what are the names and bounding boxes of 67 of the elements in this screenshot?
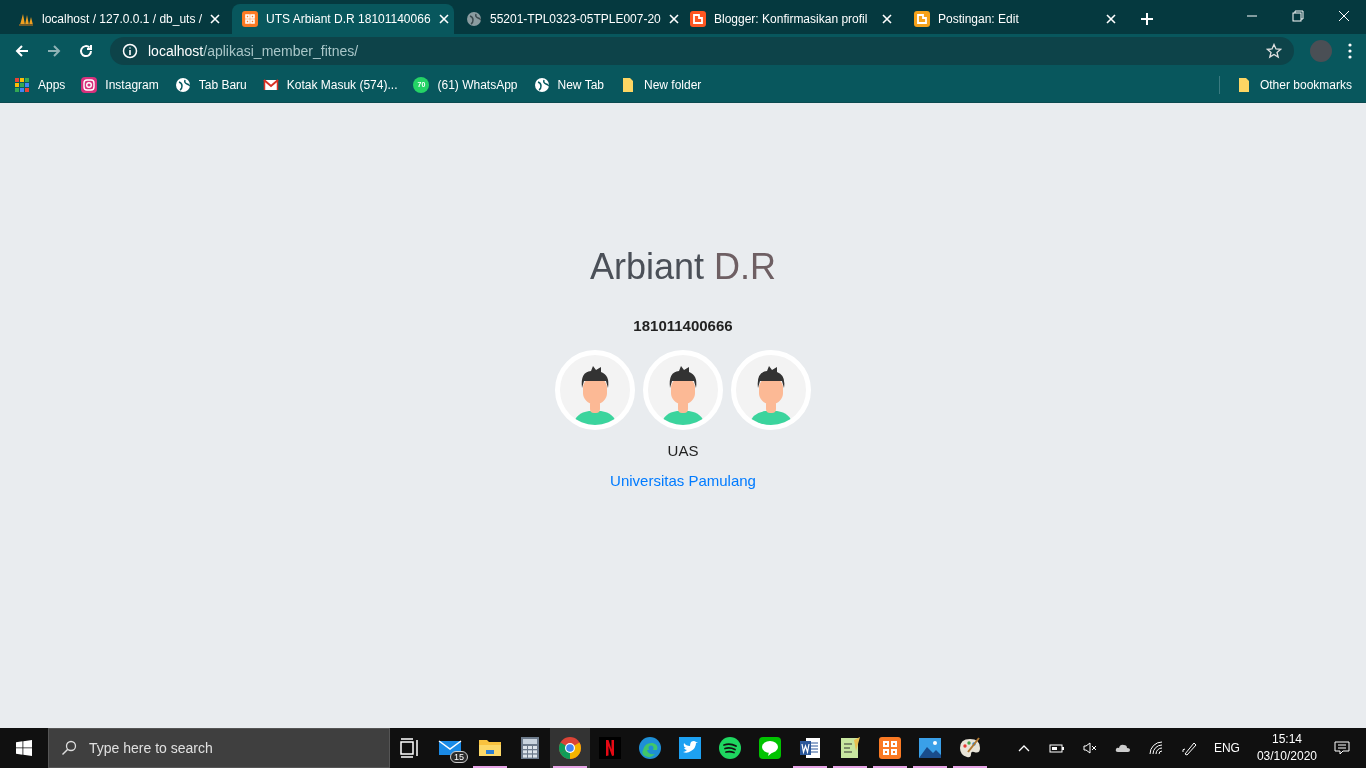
word-icon (798, 736, 822, 760)
bird-icon (678, 736, 702, 760)
avatar-icon (643, 350, 723, 430)
info-icon (122, 42, 138, 59)
edge-icon (638, 736, 662, 760)
xampp-icon (878, 736, 902, 760)
taskbar-search-field[interactable]: Type here to search (48, 728, 390, 768)
notepad-icon (838, 736, 862, 760)
language-indicator[interactable]: ENG (1213, 741, 1240, 755)
bookmark-item[interactable]: Instagram (81, 76, 159, 93)
mute-icon[interactable] (1081, 740, 1098, 756)
other-bookmarks[interactable]: Other bookmarks (1235, 76, 1352, 93)
caption: UAS (667, 442, 699, 459)
reload-icon[interactable] (78, 42, 94, 59)
bookmark-item[interactable]: Apps (14, 76, 66, 93)
apps-grid-icon (14, 76, 30, 93)
student-id: 181011400666 (633, 317, 733, 334)
avatar-icon (555, 350, 635, 430)
bookmark-item[interactable]: Kotak Masuk (574)... (262, 76, 398, 93)
close-icon[interactable] (438, 14, 449, 24)
globe-icon (466, 11, 482, 27)
bookmark-item[interactable]: New Tab (533, 76, 604, 93)
restore-icon[interactable] (1292, 10, 1304, 22)
browser-tab[interactable]: Blogger: Konfirmasikan profil (680, 4, 902, 34)
menu-icon[interactable] (1348, 42, 1352, 59)
globe-icon (174, 76, 191, 93)
search-icon (61, 740, 77, 756)
browser-tab[interactable]: Postingan: Edit (904, 4, 1126, 34)
unread-count-badge: 15 (450, 751, 468, 763)
close-icon[interactable] (668, 14, 679, 24)
landscape-icon (918, 736, 942, 760)
browser-tab[interactable]: 55201-TPL0323-05TPLE007-20 (456, 4, 678, 34)
taskbar-app[interactable]: 15 (430, 728, 470, 768)
new-tab-icon[interactable] (1140, 12, 1154, 26)
chrome-icon (558, 736, 582, 760)
clock[interactable]: 15:14 03/10/2020 (1256, 731, 1317, 765)
browser-tab[interactable]: UTS Arbiant D.R 18101140066 (232, 4, 454, 34)
bookmark-item[interactable]: Tab Baru (174, 76, 247, 93)
pen-icon[interactable] (1180, 740, 1197, 756)
forward-icon[interactable] (46, 42, 62, 59)
spotify-icon (718, 736, 742, 760)
close-icon[interactable] (882, 14, 892, 24)
close-icon[interactable] (1338, 10, 1350, 22)
wifi-icon[interactable] (1147, 740, 1164, 756)
chat-bubble-icon (758, 736, 782, 760)
netflix-icon (598, 736, 622, 760)
avatar-icon (731, 350, 811, 430)
bookmark-item[interactable]: New folder (620, 76, 702, 93)
instagram-icon (81, 76, 98, 93)
globe-icon (533, 76, 550, 93)
back-icon[interactable] (14, 42, 30, 59)
windows-start-icon[interactable] (16, 740, 32, 756)
close-icon[interactable] (210, 14, 221, 24)
palette-icon (958, 736, 982, 760)
mail-icon (262, 76, 279, 93)
blogger-icon (690, 11, 706, 27)
taskbar-app[interactable] (550, 728, 590, 768)
close-icon[interactable] (1106, 14, 1116, 24)
blogger-icon (914, 11, 930, 27)
xampp-icon (242, 11, 258, 27)
folder-icon (620, 76, 636, 93)
notification-icon[interactable] (1334, 740, 1350, 756)
profile-name: Arbiant D.R (589, 245, 777, 289)
browser-tab[interactable]: localhost / 127.0.0.1 / db_uts / (8, 4, 230, 34)
address-bar[interactable]: localhost/aplikasi_member_fitnes/ (110, 36, 1294, 65)
star-icon[interactable] (1266, 42, 1282, 59)
calculator-icon (518, 736, 542, 760)
